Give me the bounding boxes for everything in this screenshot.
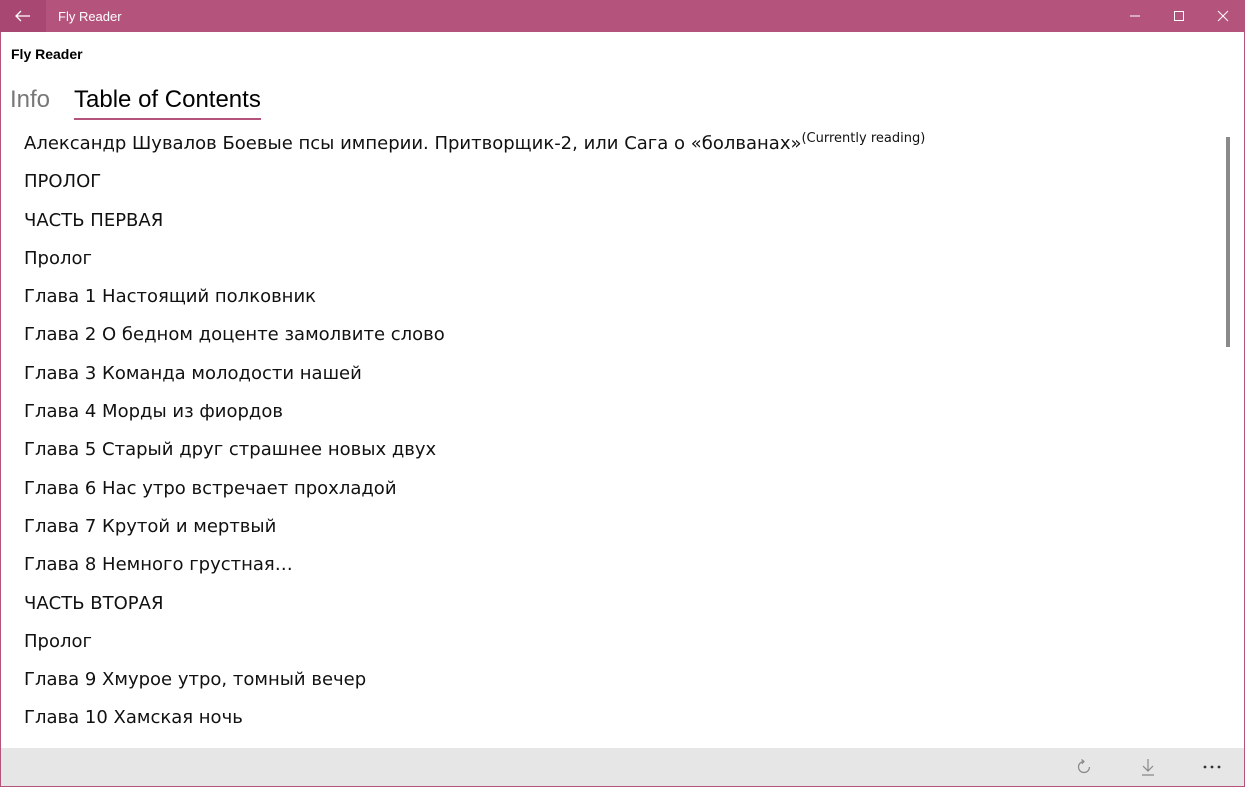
toc-item[interactable]: Глава 2 О бедном доценте замолвите слово	[24, 317, 1214, 355]
back-button[interactable]	[0, 0, 46, 32]
toc-item[interactable]: Глава 3 Команда молодости нашей	[24, 356, 1214, 394]
tab-table-of-contents[interactable]: Table of Contents	[74, 84, 261, 120]
window-title: Fly Reader	[58, 8, 122, 24]
bottom-app-bar	[1, 748, 1244, 786]
back-arrow-icon	[15, 10, 30, 22]
app-title: Fly Reader	[11, 46, 83, 62]
window-controls	[1113, 0, 1245, 32]
minimize-icon	[1130, 15, 1140, 17]
toc-item[interactable]: Глава 6 Нас утро встречает прохладой	[24, 471, 1214, 509]
title-bar: Fly Reader	[0, 0, 1245, 32]
toc-item[interactable]: Глава 9 Хмурое утро, томный вечер	[24, 662, 1214, 700]
download-icon	[1142, 759, 1154, 776]
more-button[interactable]	[1180, 748, 1244, 786]
tab-info[interactable]: Info	[10, 84, 50, 120]
toc-item-label: Александр Шувалов Боевые псы империи. Пр…	[24, 133, 802, 154]
toc-item[interactable]: Глава 7 Крутой и мертвый	[24, 509, 1214, 547]
tab-bar: Info Table of Contents	[10, 84, 285, 124]
toc-item[interactable]: Глава 1 Настоящий полковник	[24, 279, 1214, 317]
window-border-left	[0, 32, 1, 787]
toc-item[interactable]: ПРОЛОГ	[24, 164, 1214, 202]
more-icon	[1203, 765, 1221, 769]
toc-list: Александр Шувалов Боевые псы империи. Пр…	[24, 126, 1214, 739]
maximize-button[interactable]	[1157, 0, 1201, 32]
toc-item[interactable]: Пролог	[24, 241, 1214, 279]
toc-item[interactable]: Пролог	[24, 624, 1214, 662]
download-button[interactable]	[1116, 748, 1180, 786]
close-icon	[1217, 10, 1229, 22]
minimize-button[interactable]	[1113, 0, 1157, 32]
close-button[interactable]	[1201, 0, 1245, 32]
refresh-button[interactable]	[1052, 748, 1116, 786]
toc-item[interactable]: Глава 10 Хамская ночь	[24, 700, 1214, 738]
vertical-scrollbar[interactable]	[1226, 137, 1230, 347]
toc-item-current[interactable]: Александр Шувалов Боевые псы империи. Пр…	[24, 126, 1214, 164]
currently-reading-marker: (Currently reading)	[801, 131, 926, 146]
toc-item[interactable]: Глава 5 Старый друг страшнее новых двух	[24, 432, 1214, 470]
refresh-icon	[1077, 759, 1091, 774]
toc-item[interactable]: ЧАСТЬ ВТОРАЯ	[24, 586, 1214, 624]
toc-item[interactable]: Глава 4 Морды из фиордов	[24, 394, 1214, 432]
toc-item[interactable]: ЧАСТЬ ПЕРВАЯ	[24, 203, 1214, 241]
maximize-icon	[1174, 11, 1184, 21]
toc-item[interactable]: Глава 8 Немного грустная…	[24, 547, 1214, 585]
